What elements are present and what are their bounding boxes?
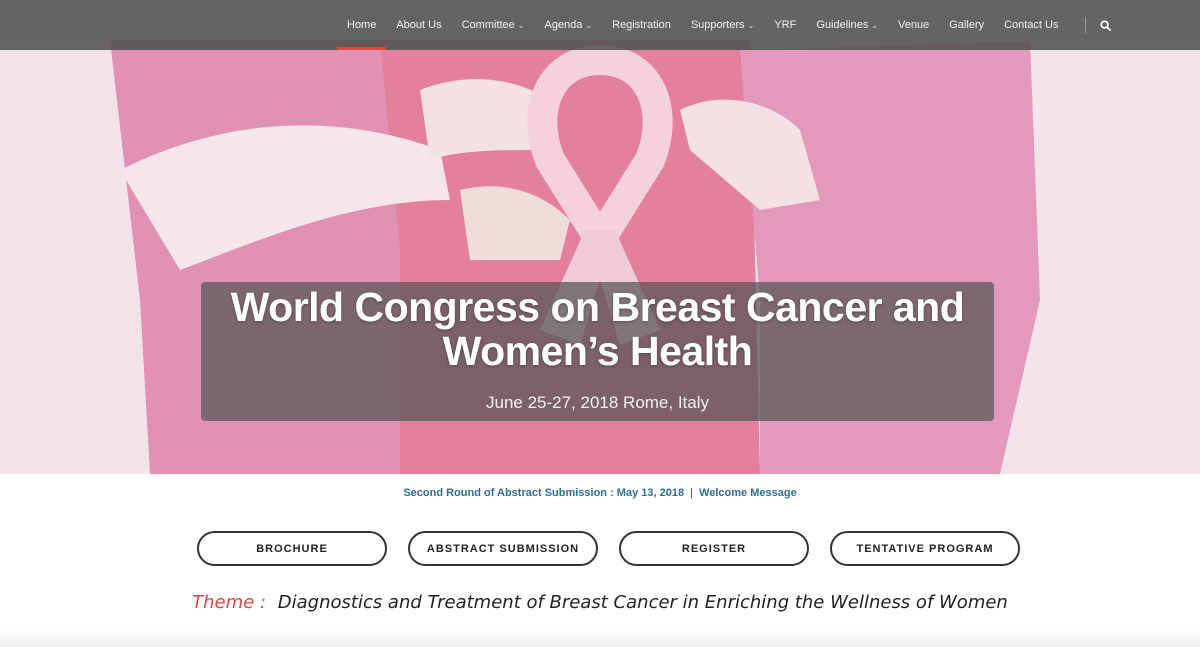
- nav-item-label: Registration: [612, 19, 671, 31]
- hero-title: World Congress on Breast Cancer and Wome…: [201, 285, 994, 373]
- nav-item-label: Venue: [898, 19, 930, 31]
- chevron-down-icon: ⌄: [517, 20, 525, 30]
- nav-item-label: Gallery: [949, 19, 985, 31]
- nav-item-yrf[interactable]: YRF: [764, 0, 806, 50]
- hero-banner: World Congress on Breast Cancer and Wome…: [0, 0, 1200, 474]
- chevron-down-icon: ⌄: [747, 20, 755, 30]
- register-button[interactable]: REGISTER: [619, 531, 809, 566]
- nav-item-label: YRF: [774, 19, 797, 31]
- brochure-button[interactable]: BROCHURE: [197, 531, 387, 566]
- chevron-down-icon: ⌄: [871, 20, 879, 30]
- nav-item-guidelines[interactable]: Guidelines ⌄: [806, 0, 888, 50]
- tentative-program-button[interactable]: TENTATIVE PROGRAM: [830, 531, 1020, 566]
- nav-item-home[interactable]: Home: [337, 0, 387, 50]
- abstract-submission-button[interactable]: ABSTRACT SUBMISSION: [408, 531, 598, 566]
- welcome-message-link[interactable]: Welcome Message: [699, 487, 797, 499]
- chevron-down-icon: ⌄: [585, 20, 593, 30]
- theme-label: Theme :: [192, 592, 267, 613]
- nav-item-label: Committee: [461, 19, 515, 31]
- conference-theme: Theme : Diagnostics and Treatment of Bre…: [0, 592, 1200, 613]
- cta-button-row: BROCHURE ABSTRACT SUBMISSION REGISTER TE…: [197, 531, 1020, 566]
- nav-divider: [1084, 17, 1086, 33]
- hero-title-line-1: World Congress on Breast Cancer and: [230, 284, 965, 330]
- nav-item-label: Guidelines: [816, 19, 869, 31]
- nav-item-committee[interactable]: Committee ⌄: [452, 0, 535, 50]
- nav-item-label: Contact Us: [1004, 19, 1059, 31]
- nav-item-registration[interactable]: Registration: [602, 0, 681, 50]
- nav-item-gallery[interactable]: Gallery: [939, 0, 994, 50]
- event-date-location: June 25-27, 2018 Rome, Italy: [485, 393, 710, 412]
- nav-item-label: Agenda: [544, 19, 583, 31]
- hero-title-line-2: Women’s Health: [442, 328, 753, 374]
- announcement-separator: |: [690, 487, 693, 499]
- section-divider: [0, 630, 1200, 647]
- announcement-bar: Second Round of Abstract Submission : Ma…: [0, 487, 1200, 499]
- nav-item-contact-us[interactable]: Contact Us: [994, 0, 1068, 50]
- theme-text: Diagnostics and Treatment of Breast Canc…: [277, 592, 1008, 613]
- nav-item-label: About Us: [396, 19, 442, 31]
- nav-item-about-us[interactable]: About Us: [386, 0, 451, 50]
- search-button[interactable]: [1094, 0, 1118, 50]
- abstract-deadline-link[interactable]: Second Round of Abstract Submission : Ma…: [403, 487, 684, 499]
- hero-title-panel: World Congress on Breast Cancer and Wome…: [201, 282, 994, 421]
- nav-item-agenda[interactable]: Agenda ⌄: [534, 0, 602, 50]
- nav-item-label: Supporters: [690, 19, 745, 31]
- search-icon: [1100, 19, 1111, 31]
- nav-item-supporters[interactable]: Supporters ⌄: [681, 0, 765, 50]
- nav-item-venue[interactable]: Venue: [888, 0, 939, 50]
- nav-item-label: Home: [347, 19, 377, 31]
- main-navbar: Home About Us Committee ⌄ Agenda ⌄ Registr…: [0, 0, 1200, 50]
- nav-menu: Home About Us Committee ⌄ Agenda ⌄ Registr…: [337, 0, 1118, 50]
